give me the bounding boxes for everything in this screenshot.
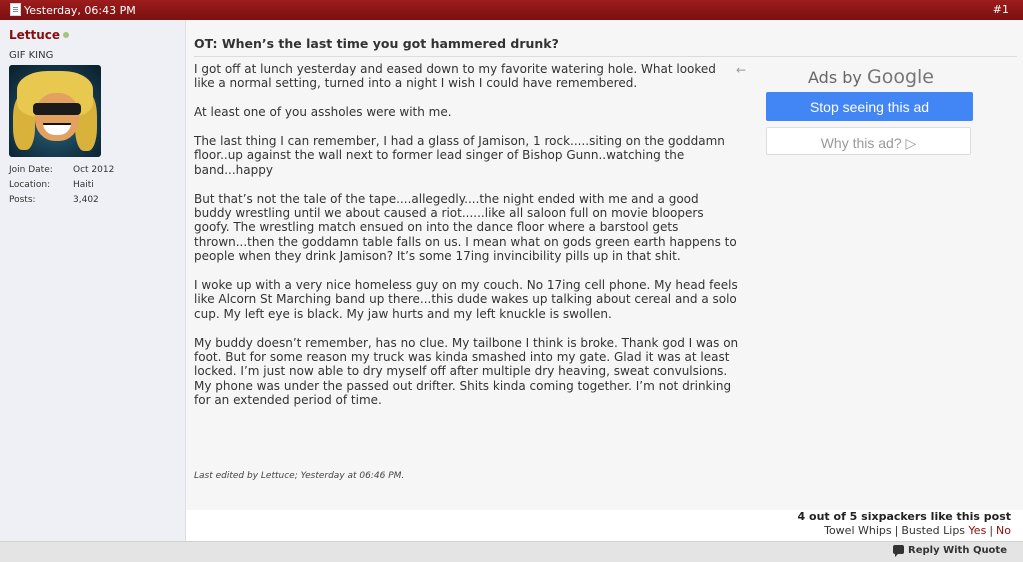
avatar[interactable] [9, 65, 101, 157]
message-paragraph: At least one of you assholes were with m… [194, 105, 452, 120]
like-yes-link[interactable]: Yes [969, 524, 987, 537]
ad-feedback-panel: ← Ads by Google Stop seeing this ad Why … [734, 60, 974, 160]
user-stats: Join Date: Oct 2012 Location: Haiti Posts:… [9, 163, 114, 208]
back-arrow-icon[interactable]: ← [736, 63, 746, 77]
post-header-bar: Yesterday, 06:43 PM #1 [0, 0, 1023, 20]
message-paragraph: My buddy doesn’t remember, has no clue. … [194, 335, 739, 408]
message-paragraph: But that’s not the tale of the tape....a… [194, 191, 737, 264]
ads-by-google: Ads by Google [808, 66, 934, 88]
post-message: I got off at lunch yesterday and eased d… [194, 62, 739, 422]
posts-value: 3,402 [73, 195, 99, 205]
posts-label: Posts: [9, 195, 36, 205]
location-value: Haiti [73, 180, 94, 190]
user-info-panel: Lettuce GIF KING Join Date: Oct 2012 Loca… [0, 20, 186, 561]
user-title: GIF KING [9, 50, 54, 61]
why-this-ad-button[interactable]: Why this ad? ▷ [766, 127, 971, 155]
post-content: OT: When’s the last time you got hammere… [186, 20, 1023, 510]
join-date-label: Join Date: [9, 165, 53, 175]
join-date-row: Join Date: Oct 2012 [9, 163, 114, 178]
post-date: Yesterday, 06:43 PM [10, 3, 136, 17]
username[interactable]: Lettuce [9, 28, 70, 42]
towel-whips-label: Towel Whips [824, 524, 892, 537]
busted-lips-label: Busted Lips [901, 524, 966, 537]
location-label: Location: [9, 180, 51, 190]
post-date-text: Yesterday, 06:43 PM [24, 4, 136, 17]
message-paragraph: The last thing I can remember, I had a g… [194, 134, 725, 177]
post-number-link[interactable]: #1 [993, 3, 1009, 16]
like-no-link[interactable]: No [996, 524, 1011, 537]
username-text[interactable]: Lettuce [9, 28, 60, 42]
join-date-value: Oct 2012 [73, 165, 115, 175]
likes-summary: 4 out of 5 sixpackers like this post [797, 510, 1011, 523]
title-divider [194, 56, 1017, 57]
reply-with-quote-button[interactable]: Reply With Quote [893, 545, 1007, 557]
post-footer-bar: Reply With Quote [0, 541, 1023, 562]
stop-seeing-ad-button[interactable]: Stop seeing this ad [766, 92, 973, 121]
reply-with-quote-label[interactable]: Reply With Quote [908, 545, 1007, 556]
message-paragraph: I woke up with a very nice homeless guy … [194, 278, 738, 321]
posts-row: Posts: 3,402 [9, 193, 114, 208]
document-icon [10, 3, 21, 16]
location-row: Location: Haiti [9, 178, 114, 193]
post-title: OT: When’s the last time you got hammere… [194, 36, 559, 51]
online-status-icon [63, 32, 70, 38]
reply-quote-icon [893, 545, 905, 557]
last-edited-note: Last edited by Lettuce; Yesterday at 06:… [194, 471, 405, 481]
google-logo: Google [866, 66, 934, 88]
likes-options: Towel Whips | Busted Lips Yes | No [824, 524, 1011, 537]
message-paragraph: I got off at lunch yesterday and eased d… [194, 62, 716, 91]
ads-by-label: Ads by [808, 68, 862, 87]
